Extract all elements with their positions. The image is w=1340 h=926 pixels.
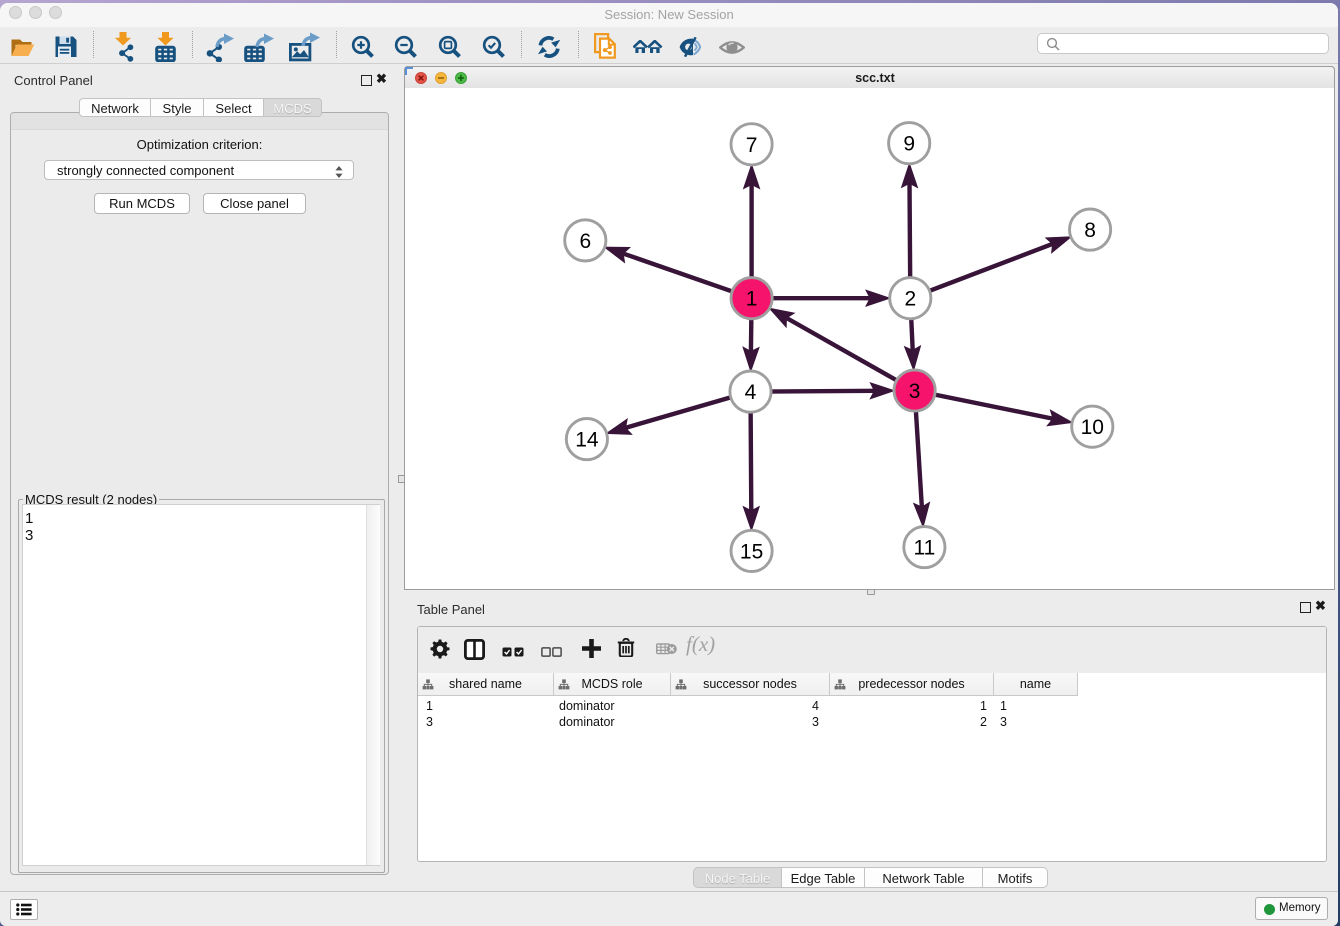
svg-text:2: 2 — [904, 288, 916, 311]
svg-text:15: 15 — [740, 540, 763, 563]
svg-text:14: 14 — [575, 429, 599, 452]
svg-text:4: 4 — [745, 381, 757, 404]
svg-text:9: 9 — [903, 133, 915, 156]
svg-text:7: 7 — [746, 134, 758, 157]
svg-text:6: 6 — [579, 230, 591, 253]
svg-text:11: 11 — [913, 537, 935, 560]
svg-text:1: 1 — [746, 288, 758, 311]
svg-text:3: 3 — [909, 380, 921, 403]
svg-text:8: 8 — [1084, 219, 1096, 242]
svg-text:10: 10 — [1081, 416, 1104, 439]
